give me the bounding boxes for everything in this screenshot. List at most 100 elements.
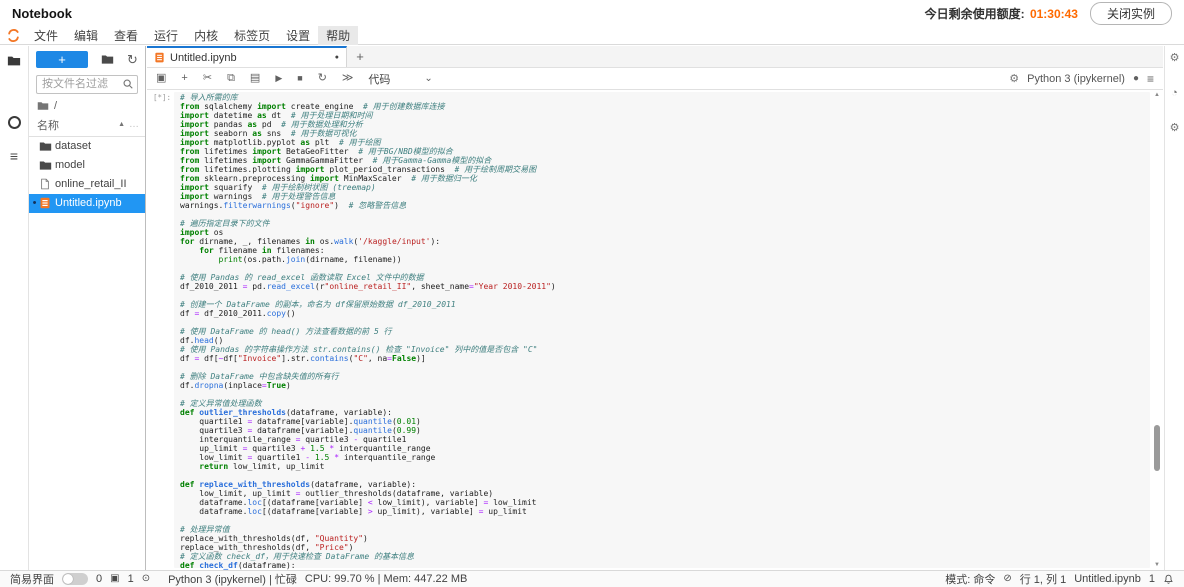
kernel-status-text[interactable]: Python 3 (ipykernel) | 忙碌	[168, 571, 297, 587]
debugger-icon[interactable]: ◔	[1171, 88, 1178, 99]
quota-label: 今日剩余使用额度:	[925, 7, 1025, 21]
app-window: Notebook 今日剩余使用额度: 01:30:43 关闭实例 文件编辑查看运…	[0, 0, 1184, 587]
close-instance-button[interactable]: 关闭实例	[1090, 2, 1172, 25]
menu-item-6[interactable]: 设置	[278, 26, 318, 45]
restart-run-all-icon[interactable]: ≫	[342, 73, 353, 84]
run-cell-icon[interactable]: ▶	[275, 73, 282, 84]
file-item-label: online_retail_II	[55, 178, 127, 190]
code-line: # 删除 DataFrame 中包含缺失值的所有行	[180, 372, 1148, 381]
property-inspector-icon[interactable]: ⚙	[1170, 53, 1180, 64]
code-line: import pandas as pd # 用于数据处理和分析	[180, 120, 1148, 129]
new-folder-icon[interactable]	[101, 53, 114, 66]
mode-indicator[interactable]: 模式: 命令	[945, 571, 995, 587]
code-editor[interactable]: # 导入所需的库from sqlalchemy import create_en…	[180, 93, 1148, 570]
quota-value: 01:30:43	[1030, 7, 1078, 21]
file-list-header[interactable]: 名称 ▲ …	[29, 114, 145, 137]
running-sessions-icon[interactable]	[0, 116, 28, 129]
code-line: for filename in filenames:	[180, 246, 1148, 255]
breadcrumb[interactable]: /	[29, 96, 145, 114]
code-line: interquantile_range = quartile3 - quarti…	[180, 435, 1148, 444]
code-line: # 遍历指定目录下的文件	[180, 219, 1148, 228]
code-line: replace_with_thresholds(df, "Price")	[180, 543, 1148, 552]
code-line: # 处理异常值	[180, 525, 1148, 534]
kernel-name[interactable]: Python 3 (ipykernel)	[1027, 73, 1125, 85]
notification-count: 1	[1149, 573, 1155, 585]
resource-usage: CPU: 99.70 % | Mem: 447.22 MB	[305, 573, 467, 585]
code-line: def check_df(dataframe):	[180, 561, 1148, 570]
code-line	[180, 210, 1148, 219]
code-line: replace_with_thresholds(df, "Quantity")	[180, 534, 1148, 543]
insert-cell-icon[interactable]: +	[181, 73, 187, 84]
cell-type-dropdown[interactable]: 代码 ⌄	[368, 71, 432, 87]
code-line: # 使用 Pandas 的 read_excel 函数读取 Excel 文件中的…	[180, 273, 1148, 282]
code-line: # 创建一个 DataFrame 的副本，命名为 df保留原始数据 df_201…	[180, 300, 1148, 309]
scroll-down-icon[interactable]: ▼	[1152, 562, 1162, 568]
cell-type-value: 代码	[368, 71, 390, 87]
notebook-panel: Untitled.ipynb ● + ▣ + ✂ ⧉ ▤ ▶ ■ ↻ ≫ 代码 ⌄ ⚙ Pyth…	[147, 46, 1163, 570]
restart-kernel-icon[interactable]: ↻	[318, 73, 327, 84]
file-item-Untitled.ipynb[interactable]: •Untitled.ipynb	[29, 194, 145, 213]
notebook-file-icon	[154, 52, 165, 63]
refresh-icon[interactable]: ↻	[127, 53, 138, 66]
kernel-settings-icon[interactable]: ⚙	[1009, 72, 1019, 85]
file-browser-rail-icon[interactable]	[0, 54, 28, 68]
menu-item-1[interactable]: 编辑	[66, 26, 106, 45]
menu-item-0[interactable]: 文件	[26, 26, 66, 45]
code-line	[180, 516, 1148, 525]
code-line: import matplotlib.pyplot as plt # 用于绘图	[180, 138, 1148, 147]
code-line: from sqlalchemy import create_engine # 用…	[180, 102, 1148, 111]
file-item-online_retail_II[interactable]: online_retail_II	[29, 175, 145, 194]
notebook-toolbar: ▣+✂⧉▤▶■↻≫ 代码 ⌄ ⚙ Python 3 (ipykernel) ● …	[147, 68, 1163, 90]
menu-item-5[interactable]: 标签页	[226, 26, 278, 45]
scroll-up-icon[interactable]: ▲	[1152, 92, 1162, 98]
extension-settings-icon[interactable]: ⚙	[1170, 123, 1180, 134]
quota-text: 今日剩余使用额度: 01:30:43	[925, 5, 1078, 22]
code-line: for dirname, _, filenames in os.walk('/k…	[180, 237, 1148, 246]
menu-item-7[interactable]: 帮助	[318, 26, 358, 45]
tab-untitled-ipynb[interactable]: Untitled.ipynb ●	[147, 46, 347, 67]
simple-mode-toggle[interactable]	[62, 573, 88, 585]
paste-cells-icon[interactable]: ▤	[250, 73, 260, 84]
check-circle-icon: ⊘	[1003, 574, 1011, 584]
tab-label: Untitled.ipynb	[170, 52, 330, 64]
menu-item-4[interactable]: 内核	[186, 26, 226, 45]
table-of-contents-icon[interactable]: ≡	[0, 150, 28, 162]
cursor-position[interactable]: 行 1, 列 1	[1020, 571, 1066, 587]
file-item-dataset[interactable]: dataset	[29, 137, 145, 156]
code-line: dataframe.loc[(dataframe[variable] > up_…	[180, 507, 1148, 516]
copy-cells-icon[interactable]: ⧉	[227, 73, 235, 84]
new-launcher-button[interactable]: +	[36, 51, 88, 68]
header-ellipsis-icon: …	[129, 122, 139, 128]
code-line: up_limit = quartile3 + 1.5 * interquanti…	[180, 444, 1148, 453]
cut-cells-icon[interactable]: ✂	[203, 73, 212, 84]
code-line	[180, 291, 1148, 300]
status-bar: 简易界面 0 ▣ 1 ⊙ Python 3 (ipykernel) | 忙碌 C…	[0, 570, 1184, 587]
scrollbar-thumb[interactable]	[1154, 425, 1160, 471]
bell-icon[interactable]	[1163, 574, 1174, 585]
code-line: quartile3 = dataframe[variable].quantile…	[180, 426, 1148, 435]
chevron-down-icon: ⌄	[424, 73, 432, 84]
right-activity-bar: ⚙ ◔ ⚙	[1164, 46, 1184, 570]
menu-item-2[interactable]: 查看	[106, 26, 146, 45]
toolbar-menu-icon[interactable]: ≡	[1147, 72, 1154, 86]
menu-item-3[interactable]: 运行	[146, 26, 186, 45]
code-line: df = df[~df["Invoice"].str.contains("C",…	[180, 354, 1148, 363]
home-folder-icon	[37, 100, 49, 112]
code-line: df_2010_2011 = pd.read_excel(r"online_re…	[180, 282, 1148, 291]
kernel-icon: ⊙	[142, 574, 150, 584]
interrupt-kernel-icon[interactable]: ■	[297, 73, 302, 84]
code-line: # 使用 Pandas 的字符串操作方法 str.contains() 检查 "…	[180, 345, 1148, 354]
file-item-label: model	[55, 159, 85, 171]
code-line: quartile1 = dataframe[variable].quantile…	[180, 417, 1148, 426]
new-tab-button[interactable]: +	[347, 46, 373, 67]
file-browser-panel: + ↻ / 名称	[29, 46, 146, 570]
code-line: # 导入所需的库	[180, 93, 1148, 102]
menu-bar-items: 文件编辑查看运行内核标签页设置帮助	[26, 26, 358, 45]
vertical-scrollbar[interactable]: ▲ ▼	[1152, 92, 1162, 568]
code-line: df = df_2010_2011.copy()	[180, 309, 1148, 318]
unsaved-changes-dot: ●	[335, 54, 339, 61]
terminal-icon: ▣	[110, 574, 119, 584]
code-line: from sklearn.preprocessing import MinMax…	[180, 174, 1148, 183]
save-icon[interactable]: ▣	[156, 73, 166, 84]
file-item-model[interactable]: model	[29, 156, 145, 175]
